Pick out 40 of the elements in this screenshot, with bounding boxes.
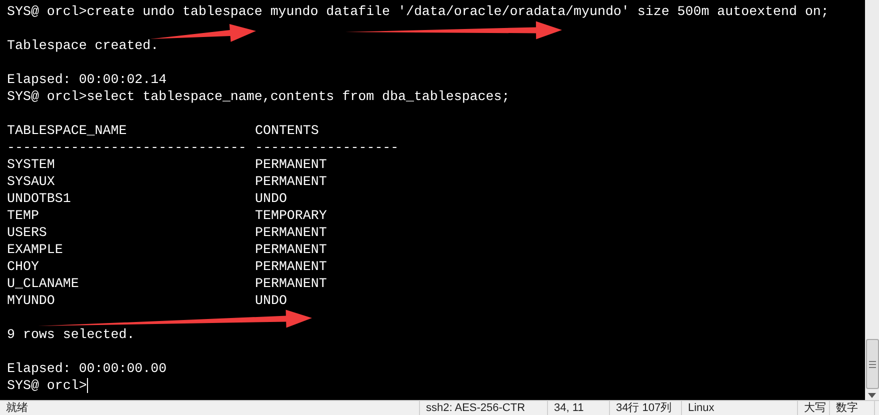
table-cell-text: TEMP [7, 207, 40, 224]
table-cell: PERMANENT [255, 156, 327, 173]
table-cell: TEMPORARY [255, 207, 327, 224]
scroll-down-icon[interactable] [868, 393, 876, 398]
table-cell-text: U_CLANAME [7, 275, 80, 292]
status-text: Linux [682, 401, 798, 415]
status-text: 数字 [830, 401, 875, 415]
table-cell: PERMANENT [255, 241, 327, 258]
status-text: 就绪 [0, 401, 420, 415]
prompt: SYS@ orcl> [7, 377, 87, 394]
table-cell: PERMANENT [255, 173, 327, 190]
table-cell: UNDO [255, 190, 287, 207]
column-header: CONTENTS [255, 122, 319, 139]
command-line: SYS@ orcl>create undo tablespace myundo datafile '/data/oracle/oradata/myundo' size 500m autoextend on; [7, 3, 830, 20]
status-text: ssh2: AES-256-CTR [420, 401, 548, 415]
cursor [86, 378, 88, 393]
status-text: 34行 107列 [610, 401, 682, 415]
output-line: Elapsed: 00:00:02.14 [7, 71, 168, 88]
table-cell-text: SYSTEM [7, 156, 56, 173]
scrollbar[interactable] [865, 0, 879, 400]
command-line: SYS@ orcl>select tablespace_name,contents from dba_tablespaces; [7, 88, 511, 105]
table-cell: UNDO [255, 292, 287, 309]
table-cell-text: SYSAUX [7, 173, 56, 190]
table-cell: PERMANENT [255, 275, 327, 292]
table-cell-text: EXAMPLE [7, 241, 64, 258]
table-cell-text: UNDOTBS1 [7, 190, 72, 207]
column-divider: ------------------------------ [7, 139, 248, 156]
table-cell-text: USERS [7, 224, 48, 241]
output-line: 9 rows selected. [7, 326, 136, 343]
output-line: Elapsed: 00:00:00.00 [7, 360, 168, 377]
table-cell-text: MYUNDO [7, 292, 56, 309]
column-header: TABLESPACE_NAME [7, 122, 128, 139]
output-line: Tablespace created. [7, 37, 160, 54]
status-text: 34, 11 [548, 401, 610, 415]
status-text: 大写 [798, 401, 830, 415]
column-divider: ------------------ [255, 139, 399, 156]
scrollbar-thumb[interactable] [866, 339, 878, 389]
table-cell: PERMANENT [255, 224, 327, 241]
table-cell: PERMANENT [255, 258, 327, 275]
table-cell-text: CHOY [7, 258, 40, 275]
